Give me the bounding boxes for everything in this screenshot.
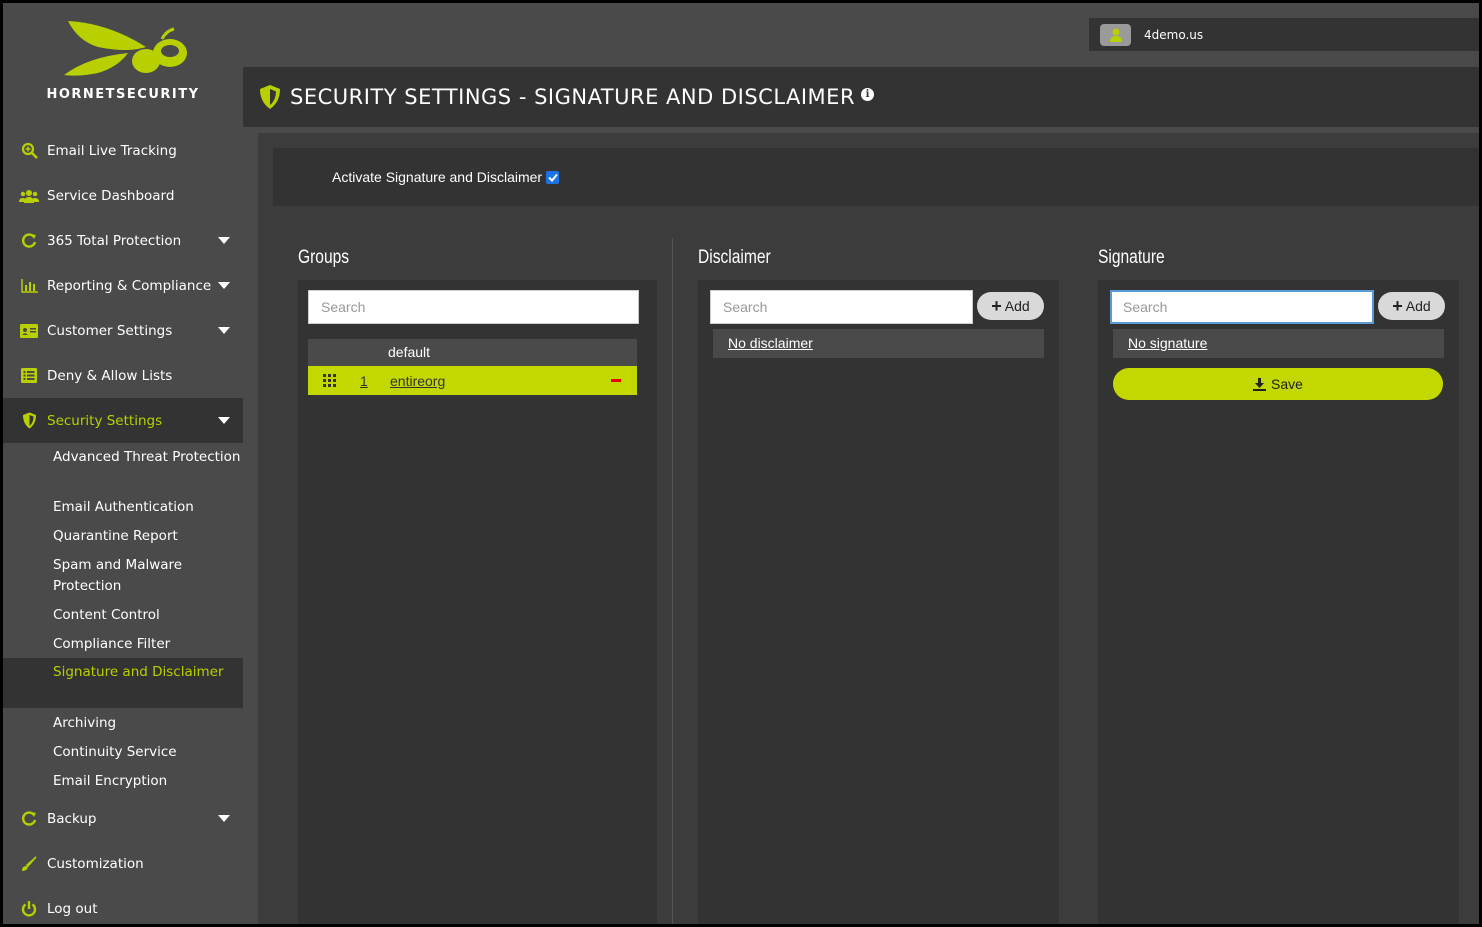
caret-down-icon[interactable]	[218, 815, 230, 822]
sidebar-item-365-total-protection[interactable]: 365 Total Protection	[3, 218, 243, 263]
sidebar-subitem-advanced-threat-protection[interactable]: Advanced Threat Protection	[3, 447, 243, 497]
add-signature-label: Add	[1405, 298, 1431, 314]
refresh-icon	[19, 809, 39, 829]
info-icon[interactable]: i	[861, 87, 875, 101]
users-icon	[19, 186, 39, 206]
column-divider	[672, 238, 673, 924]
user-domain: 4demo.us	[1144, 27, 1204, 42]
brand-name: HORNETSECURITY	[46, 87, 200, 102]
refresh-icon	[19, 231, 39, 251]
user-account-box[interactable]: 4demo.us	[1089, 18, 1479, 51]
shield-icon	[19, 411, 39, 431]
add-disclaimer-label: Add	[1004, 298, 1030, 314]
sidebar-item-security-settings[interactable]: Security Settings	[3, 398, 243, 443]
signature-title: Signature	[1098, 247, 1165, 268]
sidebar-item-deny-allow-lists[interactable]: Deny & Allow Lists	[3, 353, 243, 398]
group-row[interactable]: 1 entireorg	[308, 366, 637, 395]
page-header: SECURITY SETTINGS - SIGNATURE AND DISCLA…	[243, 67, 1479, 127]
disclaimer-panel: Search + Add No disclaimer	[698, 280, 1059, 924]
sidebar-item-reporting-compliance[interactable]: Reporting & Compliance	[3, 263, 243, 308]
sidebar-item-label: Customization	[47, 855, 144, 872]
list-icon	[19, 366, 39, 386]
group-header-default: default	[308, 339, 637, 366]
activate-bar: Activate Signature and Disclaimer	[273, 148, 1479, 206]
groups-panel: Search default 1 entireorg	[298, 280, 657, 924]
logo[interactable]: HORNETSECURITY	[3, 3, 243, 123]
id-card-icon	[19, 321, 39, 341]
add-disclaimer-button[interactable]: + Add	[977, 292, 1044, 320]
sidebar-item-label: Security Settings	[47, 412, 163, 429]
sidebar-subitem-archiving[interactable]: Archiving	[3, 713, 243, 742]
sidebar-subitem-signature-and-disclaimer[interactable]: Signature and Disclaimer	[3, 658, 243, 708]
save-button[interactable]: Save	[1113, 368, 1443, 400]
sidebar-item-label: Deny & Allow Lists	[47, 367, 173, 384]
group-priority-link[interactable]: 1	[360, 373, 368, 389]
no-disclaimer-item[interactable]: No disclaimer	[713, 329, 1044, 358]
caret-down-icon[interactable]	[218, 282, 230, 289]
plus-icon: +	[1392, 296, 1403, 316]
brush-icon	[19, 854, 39, 874]
hornet-logo-icon	[64, 21, 187, 76]
group-name-link[interactable]: entireorg	[390, 373, 445, 389]
remove-group-icon[interactable]	[611, 379, 621, 382]
signature-panel: Search + Add No signature Save	[1098, 280, 1459, 924]
plus-icon: +	[991, 296, 1002, 316]
save-label: Save	[1271, 376, 1303, 392]
add-signature-button[interactable]: + Add	[1378, 292, 1445, 320]
search-plus-icon	[19, 141, 39, 161]
sidebar-item-label: 365 Total Protection	[47, 232, 182, 249]
sidebar-subitem-quarantine-report[interactable]: Quarantine Report	[3, 526, 243, 555]
caret-down-icon[interactable]	[218, 327, 230, 334]
bar-chart-icon	[19, 276, 39, 296]
sidebar-item-label: Service Dashboard	[47, 187, 175, 204]
sidebar-item-service-dashboard[interactable]: Service Dashboard	[3, 173, 243, 218]
sidebar-subitem-continuity-service[interactable]: Continuity Service	[3, 742, 243, 771]
signature-search-input[interactable]: Search	[1110, 290, 1374, 324]
main-content: Activate Signature and Disclaimer Groups…	[258, 133, 1479, 924]
sidebar-item-label: Log out	[47, 900, 98, 917]
sidebar-item-email-live-tracking[interactable]: Email Live Tracking	[3, 128, 243, 173]
sidebar-item-backup[interactable]: Backup	[3, 796, 243, 841]
sidebar-subitem-content-control[interactable]: Content Control	[3, 605, 243, 634]
sidebar-item-label: Email Live Tracking	[47, 142, 177, 159]
groups-search-input[interactable]: Search	[308, 290, 639, 324]
disclaimer-search-input[interactable]: Search	[710, 290, 973, 324]
sidebar-subitem-spam-and-malware-protection[interactable]: Spam and Malware Protection	[3, 555, 243, 605]
sidebar-item-customer-settings[interactable]: Customer Settings	[3, 308, 243, 353]
sidebar-item-log-out[interactable]: Log out	[3, 886, 243, 924]
sidebar-item-label: Customer Settings	[47, 322, 173, 339]
user-icon	[1100, 23, 1131, 46]
disclaimer-title: Disclaimer	[698, 247, 771, 268]
sidebar-item-customization[interactable]: Customization	[3, 841, 243, 886]
activate-label: Activate Signature and Disclaimer	[332, 169, 543, 185]
groups-title: Groups	[298, 247, 350, 268]
activate-checkbox[interactable]	[546, 170, 560, 184]
no-signature-item[interactable]: No signature	[1113, 329, 1444, 358]
sidebar: HORNETSECURITY Email Live Tracking Servic…	[3, 3, 243, 924]
power-icon	[19, 899, 39, 919]
caret-down-icon[interactable]	[218, 237, 230, 244]
shield-icon	[260, 85, 280, 109]
sidebar-subitem-email-authentication[interactable]: Email Authentication	[3, 497, 243, 526]
sidebar-item-label: Backup	[47, 810, 97, 827]
sidebar-item-label: Reporting & Compliance	[47, 277, 212, 294]
sidebar-subitem-email-encryption[interactable]: Email Encryption	[3, 771, 243, 800]
page-title: SECURITY SETTINGS - SIGNATURE AND DISCLA…	[290, 85, 856, 109]
drag-grid-icon[interactable]	[323, 374, 336, 387]
download-icon	[1253, 377, 1267, 391]
caret-down-icon[interactable]	[218, 417, 230, 424]
